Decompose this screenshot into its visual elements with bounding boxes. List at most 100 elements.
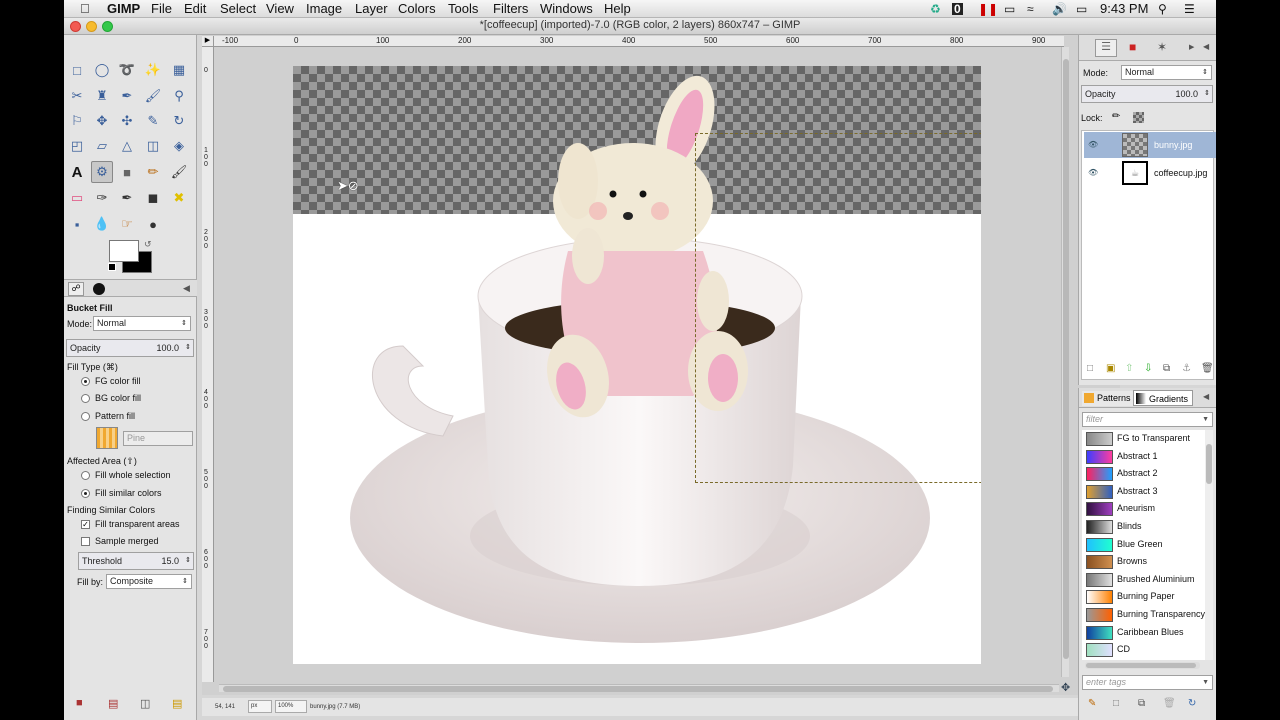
spotlight-icon[interactable]: ⚲ — [1158, 1, 1167, 17]
blur-icon[interactable]: 💧 — [91, 213, 113, 235]
quick-mask-corner-icon[interactable]: ▶ — [202, 36, 214, 47]
layers-tab-icon[interactable]: ☰ — [1095, 39, 1117, 57]
tab-patterns[interactable]: Patterns — [1082, 391, 1134, 406]
gradient-item[interactable]: Brushed Aluminium — [1086, 572, 1206, 588]
menu-help[interactable]: Help — [604, 1, 631, 17]
refresh-gradients-icon[interactable]: ↻ — [1188, 698, 1196, 709]
lock-pixels-icon[interactable]: ✏ — [1112, 111, 1120, 122]
reset-options-icon[interactable]: ▤ — [172, 697, 182, 710]
fill-type-pattern-radio[interactable] — [81, 412, 90, 421]
gradients-list[interactable]: FG to Transparent Abstract 1 Abstract 2 Abs… — [1082, 430, 1206, 660]
dock-configure-icon[interactable]: ◀ — [1203, 42, 1209, 51]
menu-colors[interactable]: Colors — [398, 1, 436, 17]
notification-center-icon[interactable]: ☰ — [1184, 1, 1195, 17]
raise-layer-icon[interactable]: ⇧ — [1125, 363, 1133, 374]
vertical-scrollbar[interactable] — [1061, 47, 1069, 677]
duplicate-layer-icon[interactable]: ⧉ — [1163, 363, 1170, 374]
new-gradient-icon[interactable]: □ — [1113, 698, 1119, 709]
blend-icon[interactable]: ■ — [116, 161, 138, 183]
wifi-icon[interactable]: ≈ — [1027, 1, 1034, 17]
pencil-icon[interactable]: ✏ — [142, 161, 164, 183]
airbrush-icon[interactable]: ✑ — [91, 187, 113, 209]
lock-alpha-icon[interactable] — [1133, 112, 1144, 123]
crop-icon[interactable]: ✎ — [142, 110, 164, 132]
fuzzy-select-icon[interactable]: ✨ — [142, 59, 164, 81]
menu-image[interactable]: Image — [306, 1, 342, 17]
gradient-item[interactable]: Abstract 3 — [1086, 484, 1206, 500]
parallels-icon[interactable]: ❚❚ — [978, 1, 998, 17]
scissors-select-icon[interactable]: ✂ — [66, 85, 88, 107]
zoom-dropdown[interactable]: 100% — [275, 700, 307, 713]
opacity-slider[interactable]: Opacity 100.0 ⇕ — [66, 339, 194, 357]
measure-icon[interactable]: ⚐ — [66, 110, 88, 132]
rect-select-icon[interactable]: □ — [66, 59, 88, 81]
menu-select[interactable]: Select — [220, 1, 256, 17]
menu-filters[interactable]: Filters — [493, 1, 528, 17]
ruler-top[interactable]: -100 0 100 200 300 400 500 600 700 800 9… — [214, 36, 1064, 47]
foreground-select-icon[interactable]: ♜ — [91, 85, 113, 107]
dodge-burn-icon[interactable]: ● — [142, 213, 164, 235]
menu-tools[interactable]: Tools — [448, 1, 478, 17]
threshold-slider[interactable]: Threshold 15.0 ⇕ — [78, 552, 194, 570]
text-tool-icon[interactable]: A — [66, 161, 88, 183]
clone-icon[interactable]: ◼ — [142, 187, 164, 209]
menu-layer[interactable]: Layer — [355, 1, 388, 17]
layer-name[interactable]: bunny.jpg — [1154, 140, 1192, 150]
layer-row-coffeecup[interactable]: 👁 ☕ coffeecup.jpg — [1084, 160, 1216, 186]
layers-mode-dropdown[interactable]: Normal ⇕ — [1121, 65, 1212, 80]
save-options-icon[interactable]: ■ — [76, 697, 83, 709]
mode-dropdown[interactable]: Normal ⇕ — [93, 316, 191, 331]
visibility-eye-icon[interactable]: 👁 — [1088, 168, 1098, 177]
duplicate-gradient-icon[interactable]: ⧉ — [1138, 698, 1145, 709]
anchor-layer-icon[interactable]: ⚓ — [1182, 363, 1191, 374]
battery-icon[interactable]: ▭ — [1076, 1, 1087, 17]
gradient-item[interactable]: Blue Green — [1086, 537, 1206, 553]
smudge-icon[interactable]: ☞ — [116, 213, 138, 235]
paintbrush-icon[interactable]: 🖌 — [168, 161, 190, 183]
paths-icon[interactable]: ✒ — [116, 85, 138, 107]
gradients-hscrollbar-thumb[interactable] — [1086, 663, 1196, 668]
gradient-item[interactable]: Burning Paper — [1086, 589, 1206, 605]
airplay-icon[interactable]: ▭ — [1004, 1, 1015, 17]
clock-text[interactable]: 9:43 PM — [1100, 1, 1148, 17]
perspective-icon[interactable]: △ — [116, 135, 138, 157]
lower-layer-icon[interactable]: ⇩ — [1144, 363, 1152, 374]
gradient-item[interactable]: Caribbean Blues — [1086, 625, 1206, 641]
gradient-item[interactable]: Blinds — [1086, 519, 1206, 535]
menu-edit[interactable]: Edit — [184, 1, 206, 17]
eraser-icon[interactable]: ▭ — [66, 187, 88, 209]
unit-dropdown[interactable]: px — [248, 700, 272, 713]
flip-icon[interactable]: ◫ — [142, 135, 164, 157]
fill-similar-colors-radio[interactable] — [81, 489, 90, 498]
gradients-scrollbar[interactable] — [1205, 430, 1213, 660]
pattern-name-field[interactable]: Pine — [123, 431, 193, 446]
tool-options-tab-icon[interactable]: ☍ — [68, 282, 84, 296]
layer-name[interactable]: coffeecup.jpg — [1154, 168, 1207, 178]
gradient-tags-input[interactable]: enter tags ▼ — [1082, 675, 1213, 690]
image-canvas[interactable]: ➤⊘ — [293, 66, 981, 664]
ruler-left[interactable]: 0 1 0 0 2 0 0 3 0 0 4 0 0 5 0 0 6 0 0 7 … — [202, 47, 214, 682]
align-icon[interactable]: ✣ — [116, 110, 138, 132]
shear-icon[interactable]: ▱ — [91, 135, 113, 157]
layers-opacity-slider[interactable]: Opacity 100.0 ⇕ — [1081, 85, 1213, 103]
navigate-icon[interactable]: ✥ — [1061, 681, 1070, 694]
select-by-color-icon[interactable]: ▦ — [168, 59, 190, 81]
fill-type-bg-radio[interactable] — [81, 394, 90, 403]
horizontal-scrollbar-thumb[interactable] — [223, 686, 1053, 692]
perspective-clone-icon[interactable]: ▪ — [66, 213, 88, 235]
gradient-item[interactable]: Browns — [1086, 554, 1206, 570]
menu-view[interactable]: View — [266, 1, 294, 17]
menu-gimp[interactable]: GIMP — [107, 1, 140, 17]
ellipse-select-icon[interactable]: ◯ — [91, 59, 113, 81]
fill-transparent-checkbox[interactable]: ✓ — [81, 520, 90, 529]
default-colors-icon[interactable] — [108, 263, 116, 271]
ink-icon[interactable]: ✒ — [116, 187, 138, 209]
vertical-scrollbar-thumb[interactable] — [1063, 59, 1069, 659]
configure-tab-icon[interactable]: ◀ — [183, 283, 190, 294]
move-icon[interactable]: ✥ — [91, 110, 113, 132]
fill-type-fg-radio[interactable] — [81, 377, 90, 386]
tab-menu-arrow-icon[interactable]: ▶ — [1189, 43, 1194, 51]
new-layer-group-icon[interactable]: ▣ — [1106, 363, 1115, 374]
tab-gradients[interactable]: Gradients — [1133, 390, 1194, 406]
delete-layer-icon[interactable]: 🗑 — [1201, 363, 1214, 374]
